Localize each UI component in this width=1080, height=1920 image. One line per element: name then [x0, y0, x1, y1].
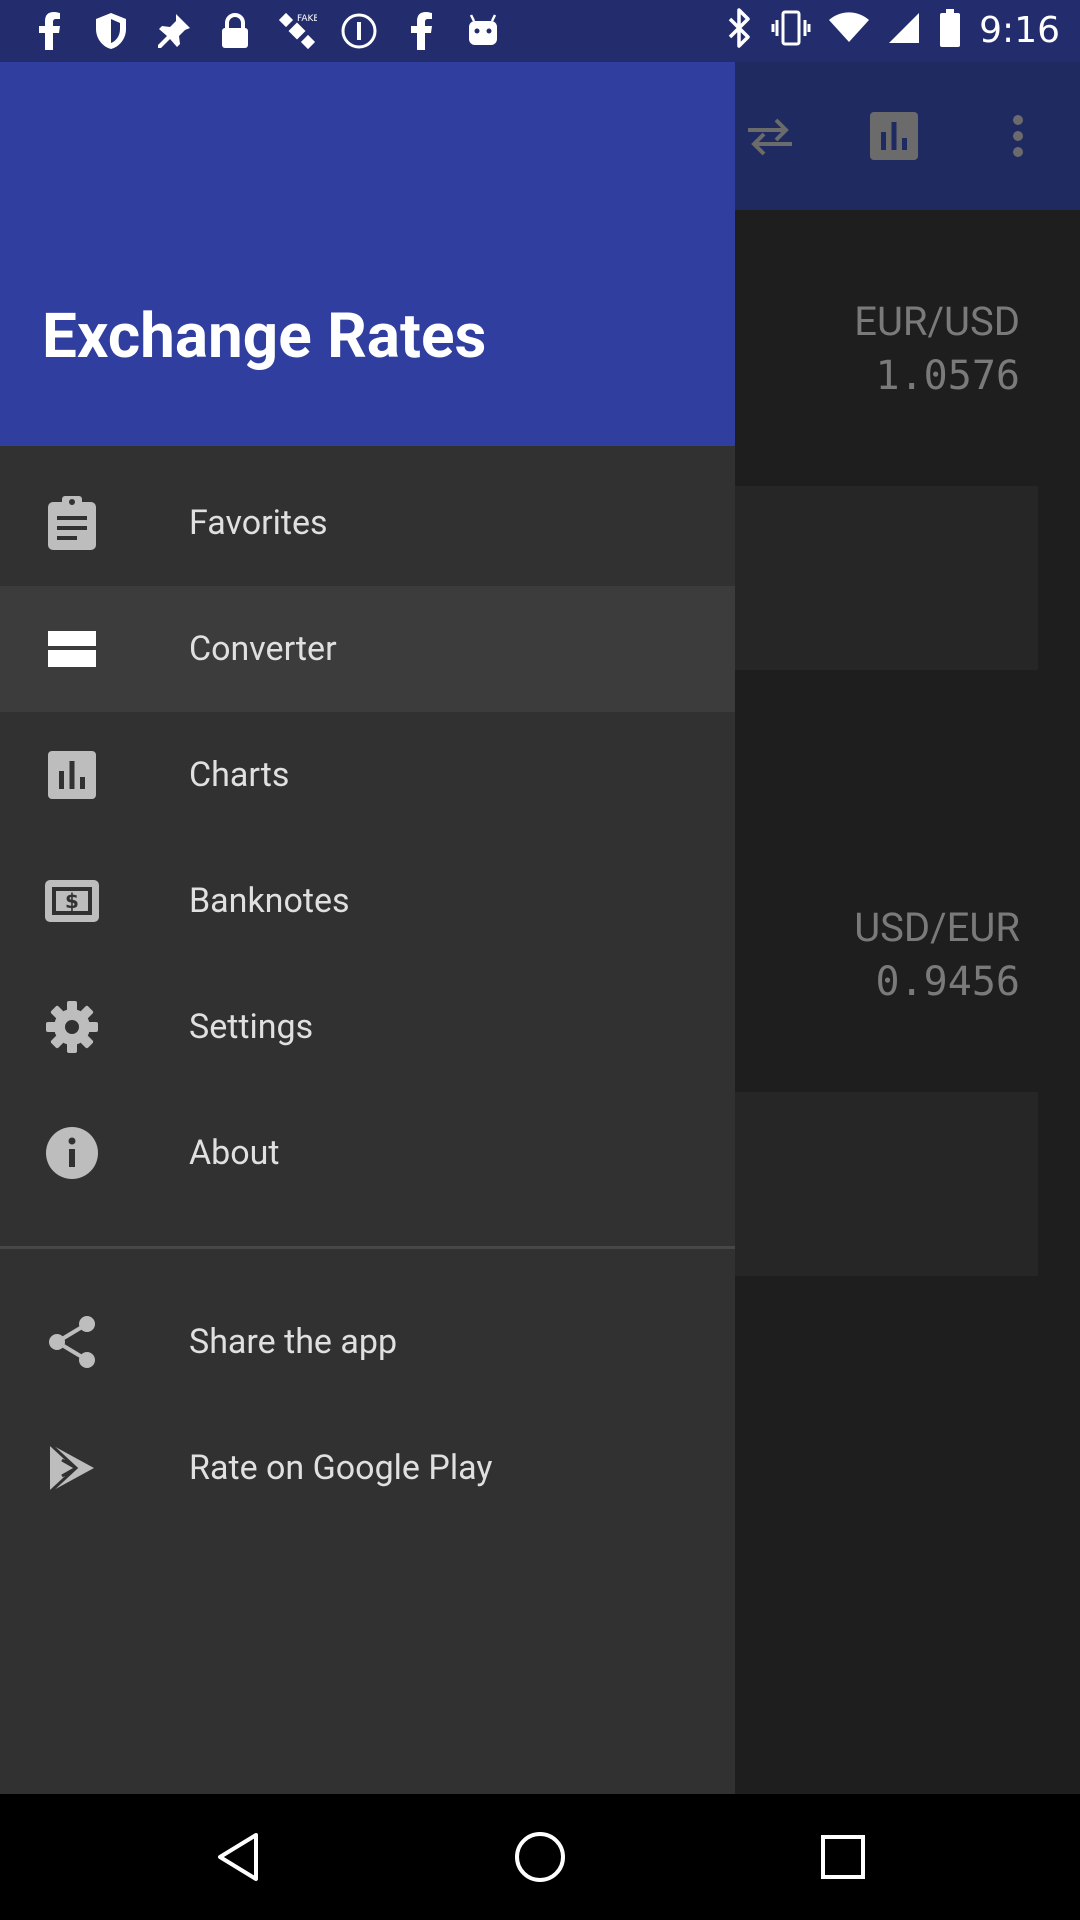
- signal-icon: [887, 11, 921, 49]
- info-icon: [44, 1125, 100, 1181]
- rate-card[interactable]: EUR/USD 1.0576: [854, 298, 1020, 399]
- info-circle-icon: [338, 10, 380, 52]
- wifi-icon: [829, 12, 870, 48]
- toolbar-actions: [708, 62, 1080, 210]
- menu-label: Banknotes: [189, 881, 350, 921]
- menu-label: Rate on Google Play: [189, 1448, 493, 1488]
- menu-item-settings[interactable]: Settings: [0, 964, 735, 1090]
- drawer-header: Exchange Rates: [0, 62, 735, 446]
- pin-icon: [152, 10, 194, 52]
- currency-pair: EUR/USD: [854, 298, 1020, 345]
- android-icon: [462, 10, 504, 52]
- shield-icon: [90, 10, 132, 52]
- menu-label: About: [189, 1133, 280, 1173]
- svg-text:FAKE: FAKE: [297, 14, 317, 24]
- rate-card[interactable]: USD/EUR 0.9456: [854, 904, 1020, 1005]
- svg-text:$: $: [65, 889, 79, 913]
- lock-icon: [214, 10, 256, 52]
- menu-item-about[interactable]: About: [0, 1090, 735, 1216]
- menu-item-favorites[interactable]: Favorites: [0, 460, 735, 586]
- facebook-icon: [400, 10, 442, 52]
- menu-item-share[interactable]: Share the app: [0, 1279, 735, 1405]
- drawer-title: Exchange Rates: [42, 300, 487, 373]
- system-icons: 9:16: [727, 8, 1060, 52]
- battery-icon: [939, 9, 961, 51]
- menu-item-converter[interactable]: Converter: [0, 586, 735, 712]
- gear-icon: [44, 999, 100, 1055]
- converter-icon: [44, 621, 100, 677]
- vibrate-icon: [771, 10, 811, 50]
- satellite-icon: FAKE: [276, 10, 318, 52]
- menu-label: Share the app: [189, 1322, 398, 1362]
- menu-label: Favorites: [189, 503, 328, 543]
- bluetooth-icon: [727, 8, 753, 52]
- menu-item-charts[interactable]: Charts: [0, 712, 735, 838]
- bar-chart-icon: [44, 747, 100, 803]
- rate-value: 0.9456: [875, 959, 1021, 1005]
- notification-icons: FAKE: [28, 10, 504, 52]
- currency-pair: USD/EUR: [854, 904, 1020, 951]
- facebook-icon: [28, 10, 70, 52]
- menu-label: Charts: [189, 755, 290, 795]
- status-bar: FAKE 9:16: [0, 0, 1080, 62]
- bar-chart-icon[interactable]: [832, 74, 956, 198]
- home-icon[interactable]: [497, 1814, 583, 1900]
- drawer-menu: Favorites Converter Charts $ Banknotes S…: [0, 446, 735, 1531]
- navigation-drawer: Exchange Rates Favorites Converter Chart…: [0, 62, 735, 1794]
- play-store-icon: [44, 1440, 100, 1496]
- share-icon: [44, 1314, 100, 1370]
- clock: 9:16: [979, 9, 1060, 51]
- menu-item-rate[interactable]: Rate on Google Play: [0, 1405, 735, 1531]
- back-icon[interactable]: [194, 1814, 280, 1900]
- banknote-icon: $: [44, 873, 100, 929]
- clipboard-icon: [44, 495, 100, 551]
- menu-item-banknotes[interactable]: $ Banknotes: [0, 838, 735, 964]
- recents-icon[interactable]: [800, 1814, 886, 1900]
- rate-value: 1.0576: [875, 353, 1021, 399]
- menu-label: Converter: [189, 629, 337, 669]
- menu-divider: [0, 1246, 735, 1249]
- more-options-icon[interactable]: [956, 74, 1080, 198]
- navigation-bar: [0, 1794, 1080, 1920]
- menu-label: Settings: [189, 1007, 314, 1047]
